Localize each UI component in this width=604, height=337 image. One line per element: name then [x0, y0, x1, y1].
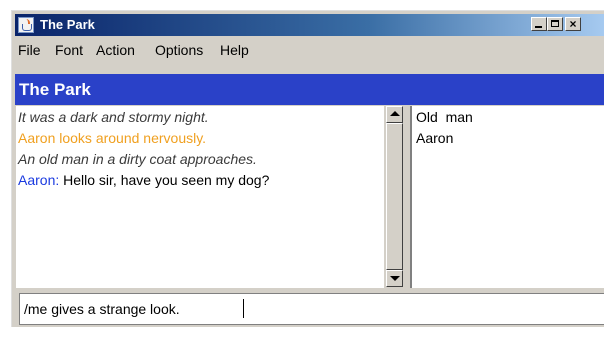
chat-log[interactable]: It was a dark and stormy night. Aaron lo… — [16, 106, 384, 288]
menu-action[interactable]: Action — [96, 42, 135, 58]
chat-scrollbar[interactable] — [386, 106, 403, 287]
user-list-item[interactable]: Aaron — [416, 130, 453, 147]
maximize-button[interactable] — [547, 17, 563, 31]
arrow-up-icon — [390, 111, 400, 116]
user-list[interactable]: Old man Aaron — [410, 106, 604, 288]
room-title: The Park — [19, 80, 91, 99]
window-title: The Park — [40, 17, 95, 32]
menu-file[interactable]: File — [18, 42, 41, 58]
chat-line-action: Aaron looks around nervously. — [18, 130, 207, 146]
menu-bar: File Font Action Options Help — [15, 38, 604, 61]
speaker-separator: : — [55, 172, 64, 188]
menu-font[interactable]: Font — [55, 42, 83, 58]
minimize-button[interactable] — [531, 17, 547, 31]
user-list-item[interactable]: Old man — [416, 109, 473, 126]
text-caret — [243, 299, 244, 318]
close-icon: × — [569, 17, 577, 31]
app-window: The Park × File Font Action Options Help… — [11, 10, 604, 327]
close-button[interactable]: × — [565, 17, 581, 31]
title-bar[interactable]: The Park × — [15, 14, 604, 36]
scroll-down-button[interactable] — [386, 270, 403, 287]
arrow-down-icon — [390, 276, 400, 281]
chat-line-speech: Aaron: Hello sir, have you seen my dog? — [18, 172, 269, 189]
speech-text: Hello sir, have you seen my dog? — [63, 172, 270, 188]
chat-line-narration: It was a dark and stormy night. — [18, 109, 209, 125]
chat-input[interactable] — [19, 293, 604, 325]
menu-help[interactable]: Help — [220, 42, 249, 58]
menu-options[interactable]: Options — [155, 42, 203, 58]
maximize-icon — [551, 20, 559, 27]
speaker-name: Aaron — [18, 172, 56, 188]
scroll-thumb[interactable] — [386, 123, 403, 270]
scroll-up-button[interactable] — [386, 106, 403, 123]
room-header: The Park — [15, 74, 604, 105]
java-cup-icon[interactable] — [18, 17, 34, 33]
minimize-icon — [535, 26, 542, 28]
chat-line-narration: An old man in a dirty coat approaches. — [18, 151, 257, 167]
